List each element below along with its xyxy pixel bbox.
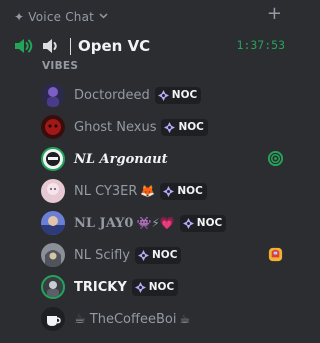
- server-tag: NOC: [135, 246, 182, 264]
- member-row[interactable]: Doctordeed NOC: [41, 82, 295, 108]
- diamond-icon: [157, 89, 169, 101]
- call-timer: 1:37:53: [236, 38, 285, 52]
- voice-channel-panel: ✦ Voice Chat + Open VC 1:37:53 VIBES Doc…: [0, 0, 295, 343]
- member-row[interactable]: NL Scifly NOC: [41, 242, 295, 268]
- avatar: [41, 275, 65, 299]
- avatar: [41, 211, 65, 235]
- member-name: NL Scifly: [74, 247, 130, 263]
- diamond-icon: [164, 121, 176, 133]
- avatar: [41, 179, 65, 203]
- member-name: TRICKY: [74, 279, 127, 295]
- member-name: Doctordeed: [74, 87, 150, 103]
- streaming-icon: [267, 150, 284, 167]
- member-row[interactable]: Ghost Nexus NOC: [41, 114, 295, 140]
- speaker-outline-icon[interactable]: [40, 36, 62, 56]
- server-tag: NOC: [131, 278, 179, 296]
- avatar: [41, 83, 65, 107]
- avatar: [41, 115, 65, 139]
- member-name: NL CY3ER: [74, 183, 138, 199]
- avatar: [41, 243, 65, 267]
- fox-emoji: 🦊: [140, 184, 156, 198]
- voice-channel-row[interactable]: Open VC 1:37:53: [12, 33, 287, 59]
- sparkle-icon: ✦: [14, 10, 25, 24]
- category-header[interactable]: ✦ Voice Chat: [14, 8, 108, 26]
- divider: [70, 37, 71, 55]
- chevron-down-icon: [99, 12, 108, 22]
- emoji-group: 👾⚡💗: [136, 216, 175, 230]
- avatar: [41, 307, 65, 331]
- category-title: Voice Chat: [28, 10, 95, 24]
- member-row[interactable]: NL Argonaut: [41, 146, 295, 172]
- member-name: Ghost Nexus: [74, 119, 157, 135]
- coffee-emoji: ☕: [179, 312, 191, 326]
- server-tag: NOC: [161, 118, 208, 136]
- member-row[interactable]: ☕ TheCoffeeBoi ☕: [41, 306, 295, 332]
- channel-name: Open VC: [78, 37, 151, 55]
- diamond-icon: [138, 249, 149, 261]
- member-name: ☕ TheCoffeeBoi: [74, 311, 177, 327]
- server-tag: NOC: [154, 86, 202, 104]
- member-row[interactable]: TRICKY NOC: [41, 274, 295, 300]
- group-label: VIBES: [42, 60, 79, 72]
- avatar: [41, 147, 65, 171]
- member-row[interactable]: NL JAY0 👾⚡💗 NOC: [41, 210, 295, 236]
- member-name: NL Argonaut: [74, 151, 168, 167]
- diamond-icon: [182, 217, 194, 229]
- speaker-icon: [12, 36, 34, 56]
- member-row[interactable]: NL CY3ER 🦊 NOC: [41, 178, 295, 204]
- diamond-icon: [134, 281, 146, 293]
- diamond-icon: [163, 185, 175, 197]
- server-tag: NOC: [179, 214, 227, 232]
- add-channel-icon[interactable]: +: [267, 5, 282, 23]
- member-name: NL JAY0: [74, 215, 134, 231]
- server-tag: NOC: [160, 182, 207, 200]
- activity-icon: [268, 247, 283, 262]
